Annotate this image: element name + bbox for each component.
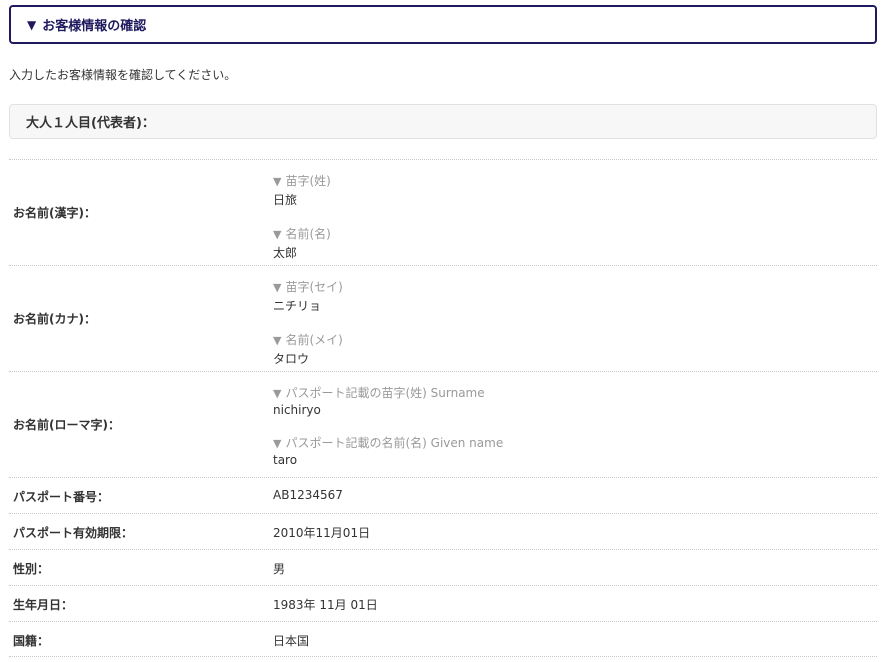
row-label: 性別： [13, 562, 50, 576]
given-name-label-text: 名前(名) [285, 227, 331, 241]
row-name-kana: お名前(カナ)： ▼ 苗字(セイ) ニチリョ ▼ 名前(メイ) タロウ [9, 265, 877, 371]
row-passport-expiry: パスポート有効期限： 2010年11月01日 [9, 513, 877, 549]
row-label: お名前(漢字)： [13, 206, 96, 220]
family-name-label-text: パスポート記載の苗字(姓) Surname [285, 386, 485, 400]
row-name-kanji: お名前(漢字)： ▼ 苗字(姓) 日旅 ▼ 名前(名) 太郎 [9, 159, 877, 265]
traveler-header: 大人１人目(代表者)： [9, 104, 877, 139]
intro-text: 入力したお客様情報を確認してください。 [9, 68, 237, 82]
given-name-label-text: パスポート記載の名前(名) Given name [285, 436, 504, 450]
row-label: お名前(カナ)： [13, 312, 96, 326]
given-name-label: ▼ 名前(メイ) [273, 331, 343, 348]
triangle-down-icon: ▼ [27, 17, 37, 32]
family-name-value: ニチリョ [273, 299, 322, 313]
given-name-label-text: 名前(メイ) [285, 333, 343, 347]
family-name-label-text: 苗字(セイ) [285, 280, 343, 294]
row-value: ▼ 苗字(姓) 日旅 ▼ 名前(名) 太郎 [273, 172, 331, 261]
family-name-value: nichiryo [273, 403, 321, 417]
given-name-label: ▼ 名前(名) [273, 225, 331, 242]
row-value: 男 [273, 562, 286, 576]
triangle-down-icon: ▼ [273, 175, 282, 188]
row-value: AB1234567 [273, 488, 343, 502]
family-name-label: ▼ 苗字(姓) [273, 172, 331, 189]
row-name-roman: お名前(ローマ字)： ▼ パスポート記載の苗字(姓) Surname nichir… [9, 371, 877, 477]
row-label: お名前(ローマ字)： [13, 418, 120, 432]
row-nationality: 国籍： 日本国 [9, 621, 877, 657]
row-value: 2010年11月01日 [273, 526, 371, 540]
row-value: 1983年 11月 01日 [273, 598, 378, 612]
given-name-value: taro [273, 453, 298, 467]
row-value: ▼ パスポート記載の苗字(姓) Surname nichiryo ▼ パスポート記載… [273, 384, 503, 467]
row-value: 日本国 [273, 634, 310, 648]
triangle-down-icon: ▼ [273, 228, 282, 241]
triangle-down-icon: ▼ [273, 281, 282, 294]
given-name-label: ▼ パスポート記載の名前(名) Given name [273, 434, 503, 451]
family-name-label: ▼ パスポート記載の苗字(姓) Surname [273, 384, 503, 401]
info-table: お名前(漢字)： ▼ 苗字(姓) 日旅 ▼ 名前(名) 太郎 お名前(カナ)： ▼ 苗… [9, 159, 877, 657]
triangle-down-icon: ▼ [273, 437, 282, 450]
given-name-value: 太郎 [273, 246, 298, 260]
row-label: パスポート有効期限： [13, 526, 134, 540]
family-name-label-text: 苗字(姓) [285, 174, 331, 188]
row-passport-number: パスポート番号： AB1234567 [9, 477, 877, 513]
row-label: 生年月日： [13, 598, 74, 612]
row-value: ▼ 苗字(セイ) ニチリョ ▼ 名前(メイ) タロウ [273, 278, 343, 367]
section-header: ▼ お客様情報の確認 [9, 5, 877, 44]
row-label: パスポート番号： [13, 490, 110, 504]
row-birthday: 生年月日： 1983年 11月 01日 [9, 585, 877, 621]
customer-info-confirmation-page: ▼ お客様情報の確認 入力したお客様情報を確認してください。 大人１人目(代表者… [0, 0, 885, 662]
row-label: 国籍： [13, 634, 50, 648]
triangle-down-icon: ▼ [273, 387, 282, 400]
triangle-down-icon: ▼ [273, 334, 282, 347]
section-title: お客様情報の確認 [42, 19, 147, 34]
family-name-label: ▼ 苗字(セイ) [273, 278, 343, 295]
family-name-value: 日旅 [273, 193, 298, 207]
row-gender: 性別： 男 [9, 549, 877, 585]
given-name-value: タロウ [273, 352, 310, 366]
